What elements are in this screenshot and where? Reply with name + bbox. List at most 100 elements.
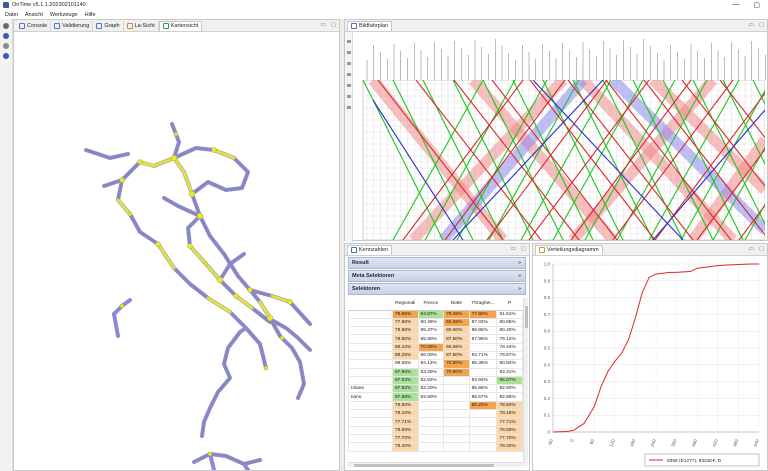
section-selektoren[interactable]: Selektoren » xyxy=(348,283,526,295)
table-row[interactable]: 99.65% 94.12% 70.90% 85.38% 90.84% xyxy=(348,359,523,369)
column-header[interactable]: Notte xyxy=(443,298,470,311)
metric-cell: 87.03% xyxy=(468,317,498,328)
minimize-view-icon[interactable]: ▭ xyxy=(749,246,754,252)
column-header[interactable]: Frecce xyxy=(418,298,444,311)
table-row[interactable]: 86.43% 70.09% 90.66% 78.44% xyxy=(348,342,523,353)
maximize-view-icon[interactable]: ▢ xyxy=(759,246,764,252)
row-label xyxy=(348,425,393,435)
table-row[interactable]: 78.50% 80.20% 78.50% xyxy=(348,400,523,411)
section-meta-selektoren[interactable]: Meta Selektoren » xyxy=(348,270,526,282)
tab-validierung[interactable]: Validierung xyxy=(51,20,94,31)
table-row[interactable]: 78.16% 78.16% xyxy=(348,409,523,419)
column-header[interactable] xyxy=(348,298,393,311)
minimize-view-icon[interactable]: ▭ xyxy=(321,22,326,28)
time-distance-diagram[interactable] xyxy=(353,80,765,240)
vertical-scrollbar[interactable] xyxy=(523,298,528,466)
table-row[interactable]: 77.70% 77.70% xyxy=(348,433,523,444)
table-row[interactable]: 88.25% 86.00% 87.50% 83.71% 79.87% xyxy=(348,350,523,361)
window-title: OnTime v5.1.1.202302101140 xyxy=(12,2,86,8)
menu-ansicht[interactable]: Ansicht xyxy=(25,12,43,18)
metric-cell: 78.16% xyxy=(496,409,523,419)
y-tick-label: 0.9 xyxy=(544,278,551,283)
metric-cell: 90.66% xyxy=(443,342,470,353)
metric-cell: 78.44% xyxy=(496,342,523,353)
metric-cell: 92.92% xyxy=(417,375,445,386)
tab-kennzahlen[interactable]: Kennzahlen xyxy=(347,244,393,255)
data-point xyxy=(751,263,753,265)
tab-graph[interactable]: Graph xyxy=(93,20,124,31)
tab-verteilungsdiagramm[interactable]: Verteilungsdiagramm xyxy=(535,244,603,255)
tab-bildfahrplan[interactable]: Bildfahrplan xyxy=(347,20,393,31)
metric-cell: 81.61% xyxy=(496,309,523,319)
table-row[interactable]: 78.40% 78.40% xyxy=(348,442,523,452)
bild-toolbar xyxy=(345,32,353,242)
table-row[interactable]: 97.93% 92.92% 83.93% 95.07% xyxy=(348,375,523,386)
table-row[interactable]: 79.90% 85.90% 87.50% 87.95% 79.12% xyxy=(348,334,523,344)
scroll-thumb[interactable] xyxy=(354,464,494,467)
menu-werkzeuge[interactable]: Werkzeuge xyxy=(50,12,78,18)
metric-cell: 78.59% xyxy=(392,425,419,435)
section-result[interactable]: Result » xyxy=(348,257,526,269)
maximize-view-icon[interactable]: ▢ xyxy=(331,22,336,28)
metric-cell: 83.93% xyxy=(468,375,498,386)
minimize-button[interactable]: — xyxy=(732,1,739,9)
metric-cell: 97.98% xyxy=(392,392,419,402)
left-toolbar xyxy=(0,19,13,471)
y-tick-label: 0.3 xyxy=(544,379,551,384)
map-icon xyxy=(162,23,169,29)
metric-cell: 93.31% xyxy=(496,367,523,377)
minimize-view-icon[interactable]: ▭ xyxy=(749,22,754,28)
metric-cell: 90.84% xyxy=(496,359,523,369)
column-header[interactable]: Thraghet... xyxy=(469,298,497,311)
table-row[interactable]: Iolane 97.92% 82.20% 85.86% 92.60% xyxy=(348,384,523,394)
metric-cell: 83.71% xyxy=(468,350,498,361)
maximize-button[interactable]: ▢ xyxy=(753,1,760,9)
tab-kartensicht[interactable]: Kartensicht xyxy=(158,20,203,31)
data-point xyxy=(600,386,602,388)
chevron-down-icon: » xyxy=(517,273,521,279)
tool-icon-4[interactable] xyxy=(3,53,9,59)
table-row[interactable]: Iiano 97.98% 82.60% 85.67% 92.86% xyxy=(348,392,523,402)
maximize-view-icon[interactable]: ▢ xyxy=(759,22,764,28)
column-header[interactable]: P xyxy=(496,298,523,311)
metric-cell xyxy=(443,384,470,394)
horizontal-scrollbar[interactable] xyxy=(348,462,524,467)
y-tick-label: 0.7 xyxy=(544,312,551,317)
row-label xyxy=(348,342,393,353)
tool-icon-1[interactable] xyxy=(3,23,9,29)
column-header[interactable]: Regionali xyxy=(392,298,419,311)
console-icon xyxy=(19,22,25,29)
metric-cell: 79.87% xyxy=(496,350,523,361)
y-tick-label: 0.2 xyxy=(544,396,551,401)
metric-cell xyxy=(417,417,445,427)
data-point xyxy=(662,272,664,274)
menu-datei[interactable]: Datei xyxy=(5,12,18,18)
data-point xyxy=(566,431,568,432)
table-row[interactable]: 77.96% 90.46% 82.98% 87.03% 80.65% xyxy=(348,317,523,328)
scroll-thumb[interactable] xyxy=(525,306,528,328)
maximize-view-icon[interactable]: ▢ xyxy=(521,246,526,252)
x-tick-label: 240 xyxy=(650,438,657,447)
table-row[interactable]: 97.96% 93.29% 70.90% 93.31% xyxy=(348,367,523,377)
metric-cell: 78.50% xyxy=(496,400,523,411)
railway-network-map[interactable] xyxy=(14,32,339,470)
legend-label: 8358 (E1277), 83GIDF, D xyxy=(667,458,722,464)
tool-icon-3[interactable] xyxy=(3,43,9,49)
tab-la-sicht[interactable]: La-Sicht xyxy=(124,20,159,31)
tool-icon-2[interactable] xyxy=(3,33,9,39)
x-tick-label: 60 xyxy=(589,438,596,445)
table-row[interactable]: 79.86% 94.87% 78.36% 77.80% 81.61% xyxy=(348,309,523,319)
row-label: Iiano xyxy=(348,392,393,402)
data-point xyxy=(655,273,657,275)
tab-console[interactable]: Console xyxy=(16,20,52,31)
metric-cell: 99.65% xyxy=(392,359,419,369)
kennzahlen-pane: Kennzahlen ▭ ▢ Result » Meta Selektoren » S… xyxy=(344,243,530,471)
table-row[interactable]: 77.71% 77.71% xyxy=(348,417,523,427)
x-tick-label: 180 xyxy=(629,438,636,447)
minimize-view-icon[interactable]: ▭ xyxy=(511,246,516,252)
table-row[interactable]: 78.59% 78.59% xyxy=(348,425,523,435)
menu-hilfe[interactable]: Hilfe xyxy=(85,12,96,18)
table-row[interactable]: 79.96% 85.37% 80.60% 88.95% 80.40% xyxy=(348,326,523,336)
metric-cell: 70.90% xyxy=(443,359,470,369)
y-tick-label: 0 xyxy=(547,430,550,435)
